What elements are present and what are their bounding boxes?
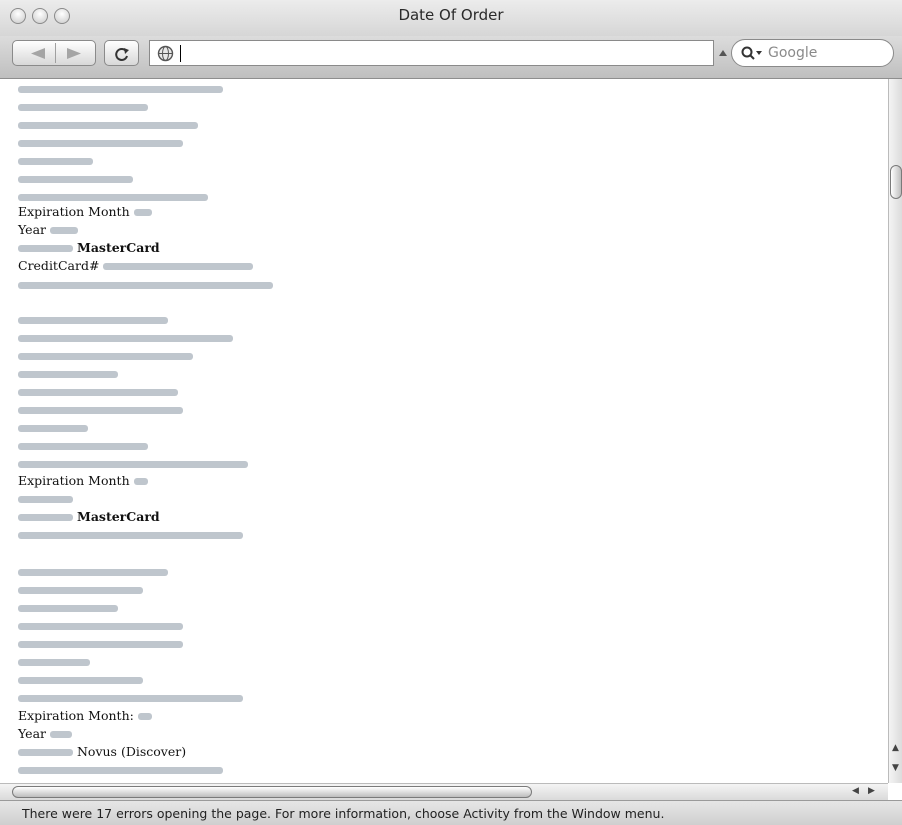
back-forward-control bbox=[12, 40, 96, 66]
year-row: Year bbox=[18, 725, 72, 743]
redacted-text bbox=[18, 437, 148, 455]
status-bar: There were 17 errors opening the page. F… bbox=[0, 800, 902, 825]
year-label: Year bbox=[18, 726, 46, 741]
status-message: There were 17 errors opening the page. F… bbox=[22, 806, 665, 821]
title-bar: Date Of Order bbox=[0, 0, 902, 36]
reload-icon bbox=[115, 48, 129, 61]
card-type-value: MasterCard bbox=[76, 509, 160, 524]
redacted-text bbox=[18, 653, 90, 671]
redacted-text bbox=[18, 401, 183, 419]
redacted-text bbox=[18, 671, 143, 689]
redacted-text bbox=[18, 276, 273, 294]
expiration-month-row: Expiration Month: bbox=[18, 707, 152, 725]
card-type-value: MasterCard bbox=[76, 240, 160, 255]
credit-card-row: CreditCard# bbox=[18, 257, 254, 275]
redacted-text bbox=[18, 383, 178, 401]
redacted-text bbox=[18, 245, 73, 252]
redacted-text bbox=[137, 713, 152, 720]
back-arrow-icon[interactable] bbox=[31, 48, 45, 59]
redacted-text bbox=[18, 761, 223, 779]
redacted-text bbox=[18, 526, 243, 544]
vertical-scroll-thumb[interactable] bbox=[890, 165, 902, 199]
redacted-text bbox=[18, 152, 93, 170]
redacted-text bbox=[18, 455, 248, 473]
reload-button[interactable] bbox=[104, 40, 139, 66]
expiration-month-row: Expiration Month bbox=[18, 203, 152, 221]
redacted-text bbox=[18, 617, 183, 635]
year-label: Year bbox=[18, 222, 46, 237]
redacted-text bbox=[18, 98, 148, 116]
browser-toolbar: Google bbox=[0, 36, 902, 79]
redacted-text bbox=[18, 514, 73, 521]
card-type-value: Novus (Discover) bbox=[76, 744, 187, 759]
page-content: Expiration Month Year MasterCard CreditC… bbox=[0, 79, 888, 783]
credit-card-label: CreditCard# bbox=[18, 258, 100, 273]
search-placeholder: Google bbox=[768, 45, 818, 61]
browser-window: Date Of Order Google Expiration Month Ye… bbox=[0, 0, 902, 825]
horizontal-scroll-thumb[interactable] bbox=[12, 786, 532, 798]
card-type-row: Novus (Discover) bbox=[18, 743, 186, 761]
redacted-text bbox=[18, 635, 183, 653]
window-title: Date Of Order bbox=[398, 6, 504, 24]
expiration-month-label: Expiration Month: bbox=[18, 708, 134, 723]
redacted-text bbox=[18, 365, 118, 383]
redacted-text bbox=[18, 80, 223, 98]
redacted-text bbox=[18, 329, 233, 347]
redacted-text bbox=[103, 263, 254, 270]
text-caret bbox=[180, 45, 181, 62]
divider bbox=[55, 43, 56, 63]
redacted-text bbox=[18, 563, 168, 581]
scroll-right-icon[interactable]: ▶ bbox=[868, 786, 875, 796]
search-field[interactable]: Google bbox=[731, 39, 894, 67]
address-bar[interactable] bbox=[149, 40, 714, 66]
redacted-text bbox=[18, 116, 198, 134]
expiration-month-label: Expiration Month bbox=[18, 473, 130, 488]
redacted-text bbox=[18, 311, 168, 329]
redacted-text bbox=[133, 478, 148, 485]
year-row: Year bbox=[18, 221, 78, 239]
redacted-text bbox=[49, 731, 72, 738]
redacted-text bbox=[18, 134, 183, 152]
redacted-text bbox=[18, 689, 243, 707]
redacted-text bbox=[18, 347, 193, 365]
redacted-text bbox=[133, 209, 152, 216]
globe-icon bbox=[157, 45, 174, 62]
redacted-text bbox=[49, 227, 78, 234]
card-type-row: MasterCard bbox=[18, 508, 160, 526]
chevron-up-icon bbox=[719, 50, 727, 56]
scroll-left-icon[interactable]: ◀ bbox=[852, 786, 859, 796]
scroll-up-icon[interactable]: ▲ bbox=[892, 743, 899, 753]
card-type-row: MasterCard bbox=[18, 239, 160, 257]
magnifier-icon bbox=[741, 46, 762, 60]
redacted-text bbox=[18, 490, 73, 508]
expiration-month-row: Expiration Month bbox=[18, 472, 148, 490]
forward-arrow-icon[interactable] bbox=[67, 48, 81, 59]
redacted-text bbox=[18, 581, 143, 599]
expiration-month-label: Expiration Month bbox=[18, 204, 130, 219]
vertical-scrollbar[interactable]: ▲ ▼ bbox=[888, 79, 902, 783]
scroll-down-icon[interactable]: ▼ bbox=[892, 763, 899, 773]
horizontal-scrollbar[interactable]: ◀ ▶ bbox=[0, 783, 888, 800]
redacted-text bbox=[18, 419, 88, 437]
redacted-text bbox=[18, 170, 133, 188]
redacted-text bbox=[18, 599, 118, 617]
redacted-text bbox=[18, 749, 73, 756]
